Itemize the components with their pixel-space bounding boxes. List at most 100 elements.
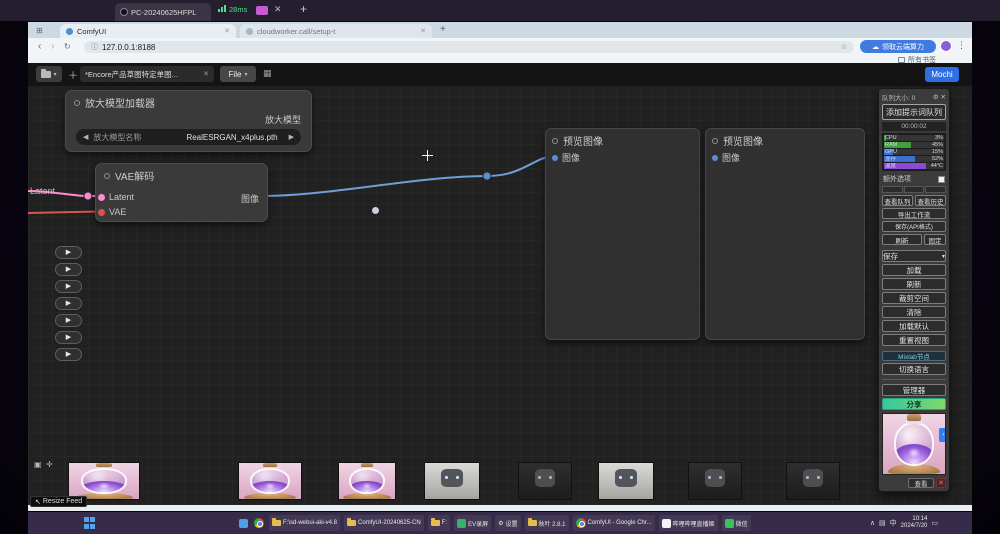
collapsed-node[interactable]: ▶: [55, 280, 82, 293]
image-port-icon[interactable]: [552, 155, 558, 161]
reset-view-button[interactable]: 重置视图: [882, 334, 946, 346]
feed-thumbnail[interactable]: [338, 462, 396, 500]
node-header[interactable]: 预览图像: [546, 129, 699, 149]
node-header[interactable]: VAE解码: [96, 164, 267, 187]
save-api-button[interactable]: 保存(API格式): [882, 221, 946, 232]
model-name-widget[interactable]: ◀ 放大模型名称 RealESRGAN_x4plus.pth ▶: [76, 129, 301, 145]
feed-thumbnail[interactable]: [518, 462, 572, 500]
notification-center-icon[interactable]: ▭: [931, 519, 938, 527]
start-button[interactable]: [84, 517, 96, 529]
vae-port-icon[interactable]: [98, 209, 105, 216]
forward-icon[interactable]: ›: [51, 41, 54, 52]
save-button[interactable]: 保存▾: [882, 250, 946, 262]
export-workflow-button[interactable]: 导出工作流: [882, 208, 946, 219]
output-port-icon[interactable]: [372, 207, 379, 214]
switch-language-button[interactable]: 切换语言: [882, 363, 946, 375]
browser-menu-icon[interactable]: ⋮: [957, 40, 966, 51]
node-preview-image-1[interactable]: 预览图像 图像: [545, 128, 700, 340]
clear-button[interactable]: 清除: [882, 306, 946, 318]
feed-thumbnail[interactable]: [688, 462, 742, 500]
collapsed-node[interactable]: ▶: [55, 263, 82, 276]
workflow-new-tab-button[interactable]: ＋: [68, 67, 78, 82]
close-gallery-icon[interactable]: ✕: [936, 478, 946, 488]
ime-language-icon[interactable]: 中: [890, 518, 897, 528]
settings-gear-icon[interactable]: ⚙: [933, 93, 939, 101]
latent-port-icon[interactable]: [98, 194, 105, 201]
feed-thumbnail[interactable]: [424, 462, 480, 500]
site-info-icon[interactable]: ⓘ: [91, 42, 98, 52]
back-icon[interactable]: ‹: [38, 41, 41, 52]
view-history-button[interactable]: 查看历史: [915, 195, 946, 206]
node-header[interactable]: 放大模型加载器: [66, 91, 311, 114]
browser-tab-comfyui[interactable]: ComfyUI ✕: [60, 24, 236, 38]
workflow-tab[interactable]: *Encore产品草图特定单图... ✕: [80, 66, 214, 82]
view-image-button[interactable]: 查看: [908, 478, 934, 488]
collapse-dot-icon[interactable]: [74, 100, 80, 106]
feed-pin-icon[interactable]: ✛: [46, 460, 53, 469]
reload-icon[interactable]: ↻: [64, 41, 71, 52]
node-preview-image-2[interactable]: 预览图像 图像: [705, 128, 865, 340]
browser-new-tab-button[interactable]: +: [440, 24, 446, 35]
taskbar-wechat[interactable]: 微信: [722, 515, 751, 531]
feed-thumbnail[interactable]: [68, 462, 140, 500]
monitor-settings-buttons[interactable]: [882, 186, 946, 193]
feed-thumbnail[interactable]: [598, 462, 654, 500]
mixlab-nodes-button[interactable]: Mixlab节点: [882, 351, 946, 361]
collapse-dot-icon[interactable]: [712, 138, 718, 144]
address-bar[interactable]: ⓘ 127.0.0.1:8188 ☆: [84, 41, 854, 53]
collapsed-node[interactable]: ▶: [55, 297, 82, 310]
collapsed-node[interactable]: ▶: [55, 246, 82, 259]
cloud-promo-button[interactable]: ☁ 领取云端算力: [860, 40, 936, 53]
taskbar-bilibili-live[interactable]: 哔哩哔哩直播姬: [659, 515, 718, 531]
taskbar-folder-window[interactable]: ComfyUI-20240625-CN: [344, 515, 424, 531]
clipspace-button[interactable]: 裁剪空间: [882, 292, 946, 304]
feed-image-icon[interactable]: ▣: [34, 460, 42, 469]
manager-button[interactable]: 管理器: [882, 384, 946, 396]
taskbar-chrome-window[interactable]: ComfyUI - Google Chr...: [573, 515, 655, 531]
taskbar-clock[interactable]: 10:14 2024/7/20: [901, 516, 928, 530]
node-upscale-model-loader[interactable]: 放大模型加载器 放大模型 ◀ 放大模型名称 RealESRGAN_x4plus.…: [65, 90, 312, 152]
taskbar-chrome-icon[interactable]: [253, 515, 265, 531]
file-menu-button[interactable]: File ▾: [220, 66, 256, 82]
collapsed-node[interactable]: ▶: [55, 331, 82, 344]
remote-new-tab-button[interactable]: +: [300, 2, 307, 16]
tray-expand-icon[interactable]: ∧: [870, 519, 875, 527]
tab-close-icon[interactable]: ✕: [420, 27, 426, 35]
node-vae-decode[interactable]: VAE解码 Latent VAE 图像: [95, 163, 268, 222]
share-button[interactable]: 分享: [882, 398, 946, 410]
layout-grid-icon[interactable]: ▦: [263, 68, 272, 79]
taskbar-ev-recorder[interactable]: EV录屏: [454, 515, 491, 531]
remote-session-tab[interactable]: PC-20240625HFPL: [115, 3, 211, 21]
taskbar-folder-window[interactable]: 秋叶 2.8.1: [525, 515, 569, 531]
image-port-icon[interactable]: [712, 155, 718, 161]
latest-result-thumbnail[interactable]: ›: [882, 413, 946, 475]
taskbar-settings[interactable]: ⚙设置: [495, 515, 520, 531]
feed-thumbnail[interactable]: [238, 462, 302, 500]
view-queue-button[interactable]: 查看队列: [882, 195, 913, 206]
bookmark-star-icon[interactable]: ☆: [841, 43, 847, 51]
prev-arrow-icon[interactable]: ◀: [83, 133, 88, 141]
taskbar-edge-icon[interactable]: [238, 515, 249, 531]
extra-options-checkbox[interactable]: [938, 176, 945, 183]
taskbar-folder-window[interactable]: F:\sd-webui-aki-v4.8: [269, 515, 340, 531]
load-default-button[interactable]: 加载默认: [882, 320, 946, 332]
resize-feed-tooltip[interactable]: ↖ Resize Feed: [30, 496, 87, 507]
workflow-tab-close-icon[interactable]: ✕: [203, 70, 209, 78]
browser-tab-secondary[interactable]: cloudworker.call/setup-t ✕: [240, 24, 432, 38]
tab-group-icon[interactable]: ⊞: [36, 26, 43, 35]
mochi-button[interactable]: Mochi: [925, 67, 959, 82]
next-arrow-icon[interactable]: ▶: [289, 133, 294, 141]
tab-close-icon[interactable]: ✕: [224, 27, 230, 35]
feed-thumbnail[interactable]: [786, 462, 840, 500]
menu-close-icon[interactable]: ✕: [941, 93, 946, 101]
collapse-dot-icon[interactable]: [552, 138, 558, 144]
refresh-button[interactable]: 刷新: [882, 278, 946, 290]
node-header[interactable]: 预览图像: [706, 129, 864, 149]
workflow-folder-button[interactable]: ▾: [36, 66, 62, 82]
load-button[interactable]: 加载: [882, 264, 946, 276]
network-icon[interactable]: ▤: [879, 519, 886, 527]
profile-avatar[interactable]: [940, 40, 952, 52]
refresh-page-button[interactable]: 刷新: [882, 234, 922, 245]
remote-tab-close-icon[interactable]: ✕: [274, 4, 282, 15]
queue-prompt-button[interactable]: 添加提示词队列: [882, 104, 946, 120]
